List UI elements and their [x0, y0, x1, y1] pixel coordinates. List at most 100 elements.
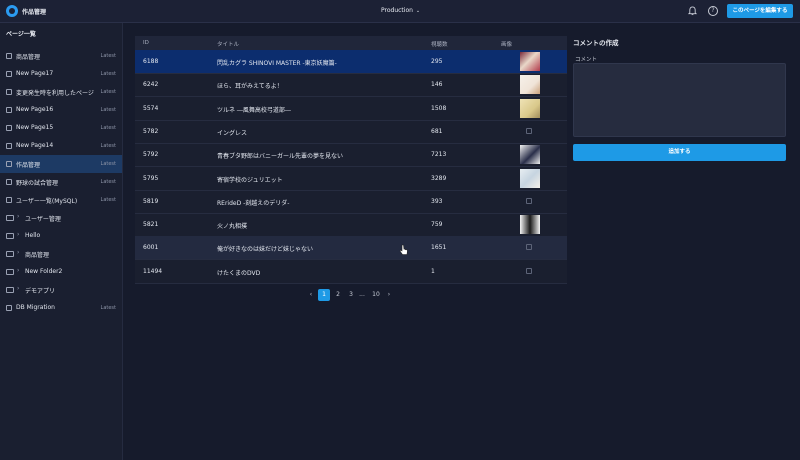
cell-title: 俺が好きなのは妹だけど妹じゃない [217, 246, 314, 254]
sidebar-item-label: ユーザー一覧(MySQL) [16, 198, 78, 205]
sidebar-item[interactable]: New Page17 Latest [0, 65, 122, 83]
sidebar-item-label: 変更発生時を利用したページ [16, 90, 94, 97]
sidebar-item[interactable]: 作品管理 Latest [0, 155, 122, 173]
chevron-right-icon[interactable]: › [17, 231, 19, 238]
cell-image-thumbnail [520, 145, 540, 165]
bell-icon[interactable] [688, 6, 697, 16]
version-tag: Latest [100, 161, 116, 167]
sidebar-item[interactable]: › デモアプリ [0, 281, 122, 299]
folder-icon [6, 269, 14, 275]
column-header-id[interactable]: ID [143, 40, 149, 46]
chevron-down-icon: ⌄ [415, 8, 421, 14]
chevron-right-icon[interactable]: › [17, 213, 19, 220]
sidebar-title: ページ一覧 [6, 31, 36, 38]
chevron-right-icon[interactable]: › [17, 267, 19, 274]
sidebar-item[interactable]: ユーザー一覧(MySQL) Latest [0, 191, 122, 209]
edit-page-button[interactable]: このページを編集する [727, 4, 793, 18]
page-icon [6, 53, 12, 59]
cell-views: 3289 [431, 174, 447, 182]
cell-title: イングレス [217, 129, 248, 137]
folder-icon [6, 233, 14, 239]
page-button[interactable]: 1 [318, 289, 330, 301]
sidebar-item[interactable]: › ユーザー管理 [0, 209, 122, 227]
table-row[interactable]: 5792 青春ブタ野郎はバニーガール先輩の夢を見ない 7213 [135, 143, 567, 168]
sidebar-item-label: 商品管理 [25, 252, 50, 259]
folder-icon [6, 215, 14, 221]
sidebar-item-label: New Folder2 [25, 268, 63, 275]
sidebar-item[interactable]: DB Migration Latest [0, 299, 122, 317]
page-button[interactable]: 10 [370, 289, 382, 301]
cell-id: 6242 [143, 81, 159, 89]
comment-field-label: コメント [575, 57, 598, 63]
cell-views: 1651 [431, 244, 447, 252]
sidebar-item-label: デモアプリ [25, 288, 56, 295]
cell-id: 6188 [143, 58, 159, 65]
image-placeholder-icon [526, 127, 532, 134]
cell-title: けたくまのDVD [217, 269, 261, 277]
sidebar-item-label: New Page14 [16, 142, 54, 149]
help-icon[interactable]: ? [708, 6, 718, 16]
sidebar-item[interactable]: › New Folder2 [0, 263, 122, 281]
table-row[interactable]: 5821 火ノ丸相撲 759 [135, 213, 567, 238]
cell-image-thumbnail [520, 215, 540, 235]
sidebar-item[interactable]: 変更発生時を利用したページ Latest [0, 83, 122, 101]
environment-label: Production [381, 7, 413, 14]
sidebar-item-label: New Page17 [16, 70, 54, 77]
page-icon [6, 179, 12, 185]
table-row[interactable]: 5819 RErideD -刻越えのデリダ- 393 [135, 190, 567, 214]
page-list-sidebar: ページ一覧 商品管理 Latest New Page17 Latest 変更発生時を利用… [0, 23, 123, 460]
chevron-right-icon[interactable]: › [17, 249, 19, 256]
sidebar-item[interactable]: New Page15 Latest [0, 119, 122, 137]
sidebar-item[interactable]: 野球の試合管理 Latest [0, 173, 122, 191]
cell-image-thumbnail [520, 75, 540, 95]
chevron-right-icon[interactable]: › [17, 285, 19, 292]
cell-image-thumbnail [520, 52, 540, 71]
cell-id: 11494 [143, 267, 163, 275]
cell-title: 寄宿学校のジュリエット [217, 176, 283, 184]
column-header-views[interactable]: 視聴数 [431, 40, 448, 48]
image-placeholder-icon [526, 244, 532, 251]
sidebar-item[interactable]: › Hello [0, 227, 122, 245]
cell-title: RErideD -刻越えのデリダ- [217, 199, 290, 207]
version-tag: Latest [100, 71, 116, 77]
sidebar-item-label: New Page16 [16, 106, 54, 113]
table-row[interactable]: 5782 イングレス 681 [135, 120, 567, 144]
table-row[interactable]: 6242 ほら、耳がみえてるよ！ 146 [135, 73, 567, 98]
sidebar-item[interactable]: New Page14 Latest [0, 137, 122, 155]
version-tag: Latest [100, 197, 116, 203]
next-page-button[interactable]: › [385, 289, 393, 301]
table-row[interactable]: 6188 閃乱カグラ SHINOVI MASTER -東京妖魔篇- 295 [135, 50, 567, 74]
sidebar-item[interactable]: › 商品管理 [0, 245, 122, 263]
sidebar-item[interactable]: New Page16 Latest [0, 101, 122, 119]
cell-title: ツルネ ―風舞高校弓道部― [217, 106, 291, 114]
sidebar-item-label: New Page15 [16, 124, 54, 131]
page-button[interactable]: 3 [346, 289, 356, 301]
app-title: 作品管理 [22, 9, 47, 16]
cell-views: 393 [431, 197, 443, 205]
cell-image-thumbnail [520, 168, 540, 188]
page-icon [6, 305, 12, 311]
version-tag: Latest [100, 305, 116, 311]
table-row[interactable]: 5795 寄宿学校のジュリエット 3289 [135, 167, 567, 191]
sidebar-item-label: 商品管理 [16, 54, 41, 61]
sidebar-item[interactable]: 商品管理 Latest [0, 47, 122, 65]
pagination-ellipsis: ... [359, 291, 365, 298]
cell-id: 5782 [143, 127, 159, 135]
environment-selector[interactable]: Production ⌄ [381, 7, 420, 14]
prev-page-button[interactable]: ‹ [307, 289, 315, 301]
table-row[interactable]: 5574 ツルネ ―風舞高校弓道部― 1508 [135, 97, 567, 121]
column-header-title[interactable]: タイトル [217, 40, 239, 48]
sidebar-item-label: 作品管理 [16, 162, 41, 169]
table-header: ID タイトル 視聴数 画像 [135, 36, 567, 50]
table-row[interactable]: 6001 俺が好きなのは妹だけど妹じゃない 1651 [135, 236, 567, 261]
add-comment-button[interactable]: 追加する [573, 144, 786, 161]
table-row[interactable]: 11494 けたくまのDVD 1 [135, 260, 567, 284]
cell-views: 1 [431, 267, 435, 275]
cell-views: 146 [431, 81, 443, 89]
page-button[interactable]: 2 [333, 289, 343, 301]
cell-id: 6001 [143, 244, 159, 252]
cell-views: 7213 [431, 151, 447, 159]
page-icon [6, 89, 12, 95]
column-header-image[interactable]: 画像 [501, 40, 512, 48]
comment-textarea[interactable] [573, 63, 786, 137]
